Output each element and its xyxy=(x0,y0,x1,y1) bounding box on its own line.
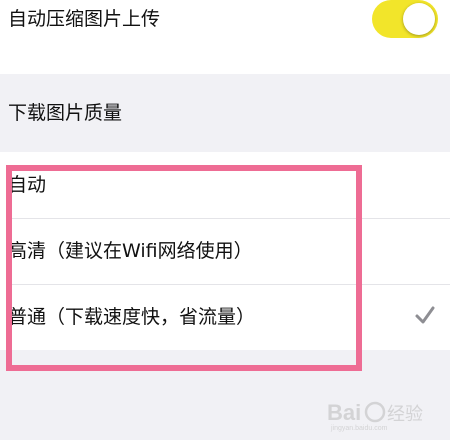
svg-text:jingyan.baidu.com: jingyan.baidu.com xyxy=(330,425,388,432)
quality-option-hd[interactable]: 高清（建议在Wifi网络使用） xyxy=(0,218,450,284)
download-quality-header: 下载图片质量 xyxy=(0,74,450,152)
settings-page: 自动压缩图片上传 下载图片质量 自动 高清（建议在Wifi网络使用） 普通（下载… xyxy=(0,0,450,440)
quality-option-label: 高清（建议在Wifi网络使用） xyxy=(8,240,253,262)
quality-options-list: 自动 高清（建议在Wifi网络使用） 普通（下载速度快，省流量） xyxy=(0,152,450,350)
svg-text:经验: 经验 xyxy=(387,404,423,425)
check-icon xyxy=(415,306,435,324)
watermark-logo-icon: Bai 经验 jingyan.baidu.com xyxy=(327,400,423,432)
quality-option-label: 自动 xyxy=(8,174,47,196)
quality-option-normal[interactable]: 普通（下载速度快，省流量） xyxy=(0,284,450,350)
toggle-knob[interactable] xyxy=(403,3,435,35)
auto-compress-row[interactable]: 自动压缩图片上传 xyxy=(0,0,450,74)
quality-option-auto[interactable]: 自动 xyxy=(0,152,450,218)
auto-compress-toggle[interactable] xyxy=(372,0,438,38)
download-quality-title: 下载图片质量 xyxy=(8,102,123,124)
svg-text:Bai: Bai xyxy=(327,400,361,425)
auto-compress-label: 自动压缩图片上传 xyxy=(8,8,161,30)
quality-option-label: 普通（下载速度快，省流量） xyxy=(8,306,256,328)
